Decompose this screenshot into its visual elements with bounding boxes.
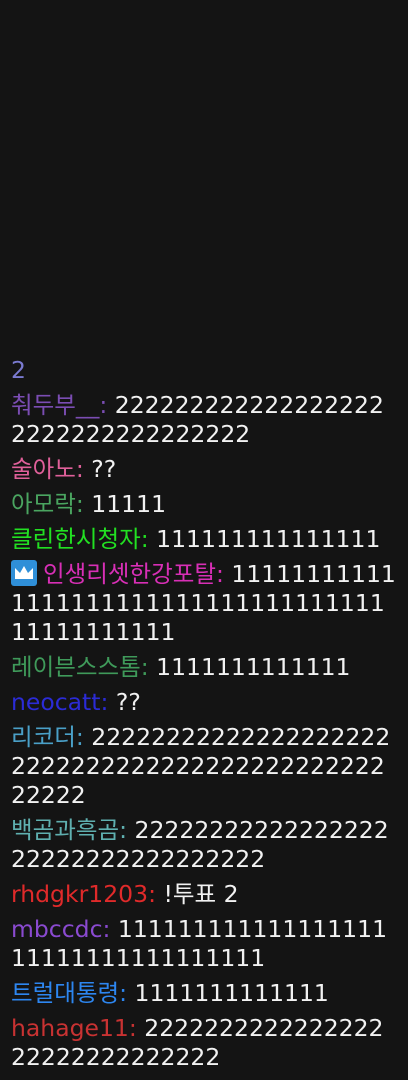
chat-username[interactable]: 백곰과흑곰 (11, 816, 119, 844)
chat-separator: : (75, 723, 84, 751)
chat-message: rhdgkr1203: !투표 2 (11, 880, 398, 909)
chat-separator: : (128, 1014, 137, 1042)
chat-text: 111111111111111 (156, 525, 381, 553)
chat-username[interactable]: hahage11 (11, 1014, 129, 1042)
chat-username[interactable]: rhdgkr1203 (11, 880, 148, 908)
top-fade-overlay (0, 0, 408, 60)
chat-separator: : (148, 880, 156, 908)
chat-separator: : (75, 455, 84, 483)
chat-text: 11111 (91, 490, 167, 518)
chat-message: 인생리셋한강포탈: 111111111111111111111111111111… (11, 560, 398, 647)
chat-message: 춰두부__: 222222222222222222222222222222222… (11, 391, 398, 449)
chat-separator: : (215, 560, 224, 588)
chat-text: ?? (115, 688, 141, 716)
chat-username[interactable]: 인생리셋한강포탈 (43, 560, 216, 588)
chat-message: hahage11: 222222222222222222222222222222 (11, 1014, 398, 1072)
chat-username[interactable]: 아모락 (11, 490, 76, 518)
chat-message: 리코더: 22222222222222222222222222222222222… (11, 723, 398, 810)
chat-username[interactable]: 춰두부__ (11, 391, 99, 419)
chat-message: 아모락: 11111 (11, 490, 398, 519)
chat-separator: : (102, 915, 111, 943)
chat-separator: : (119, 816, 128, 844)
chat-message: neocatt: ?? (11, 688, 398, 717)
chat-message: 레이븐스스톰: 1111111111111 (11, 653, 398, 682)
chat-message: 클린한시청자: 111111111111111 (11, 525, 398, 554)
chat-separator: : (119, 979, 128, 1007)
chat-separator: : (99, 391, 108, 419)
chat-username[interactable]: 리코더 (11, 723, 76, 751)
chat-username[interactable]: mbccdc (11, 915, 103, 943)
chat-text: 1111111111111 (156, 653, 351, 681)
chat-message: 트럴대통령: 1111111111111 (11, 979, 398, 1008)
chat-separator: : (75, 490, 84, 518)
chat-username[interactable]: 클린한시청자 (11, 525, 141, 553)
chat-username[interactable]: 레이븐스스톰 (11, 653, 141, 681)
chat-message: mbccdc: 11111111111111111111111111111111… (11, 915, 398, 973)
chat-text: !투표 2 (163, 880, 239, 908)
chat-text: 1111111111111 (134, 979, 329, 1007)
chat-username[interactable]: neocatt (11, 688, 100, 716)
chat-message: 백곰과흑곰: 222222222222222222222222222222222… (11, 816, 398, 874)
chat-separator: : (140, 653, 149, 681)
chat-username[interactable]: 술아노 (11, 455, 76, 483)
chat-separator: : (100, 688, 109, 716)
chat-message-list: 2 춰두부__: 22222222222222222222222222222222… (0, 356, 408, 1072)
chat-message: 2 (11, 356, 398, 385)
chat-username[interactable]: 트럴대통령 (11, 979, 119, 1007)
chat-separator: : (140, 525, 149, 553)
chat-message: 술아노: ?? (11, 455, 398, 484)
chat-text: 2 (11, 356, 26, 384)
chat-text: ?? (91, 455, 117, 483)
crown-icon (11, 560, 37, 586)
